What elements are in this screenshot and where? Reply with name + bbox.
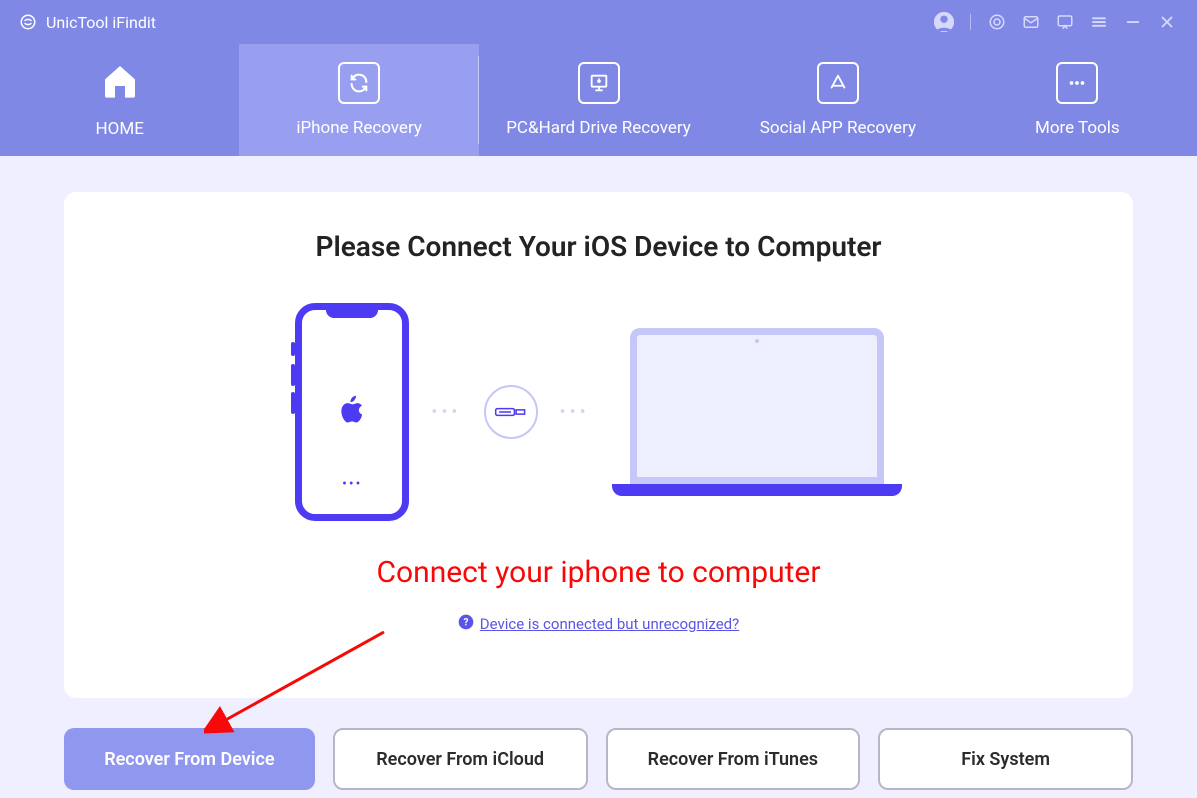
titlebar: UnicTool iFindit <box>0 0 1197 44</box>
help-icon: ? <box>458 614 474 634</box>
app-title: UnicTool iFindit <box>46 13 156 32</box>
bottom-button-row: Recover From Device Recover From iCloud … <box>0 698 1197 790</box>
main-area: Please Connect Your iOS Device to Comput… <box>0 156 1197 698</box>
recover-from-device-button[interactable]: Recover From Device <box>64 728 315 790</box>
user-icon[interactable] <box>932 10 956 34</box>
annotation-text: Connect your iphone to computer <box>376 555 820 590</box>
main-nav: HOME iPhone Recovery PC&Hard Drive Recov… <box>0 44 1197 156</box>
feedback-icon[interactable] <box>1053 10 1077 34</box>
menu-icon[interactable] <box>1087 10 1111 34</box>
svg-text:?: ? <box>463 617 468 628</box>
content-card: Please Connect Your iOS Device to Comput… <box>64 192 1133 698</box>
window-controls <box>932 10 1179 34</box>
nav-pc-label: PC&Hard Drive Recovery <box>506 118 691 138</box>
nav-more-tools[interactable]: More Tools <box>958 44 1197 156</box>
header: UnicTool iFindit <box>0 0 1197 156</box>
help-link[interactable]: Device is connected but unrecognized? <box>480 615 739 633</box>
app-store-icon <box>817 62 859 104</box>
close-icon[interactable] <box>1155 10 1179 34</box>
app-logo-icon <box>18 12 38 32</box>
fix-system-button[interactable]: Fix System <box>878 728 1133 790</box>
minimize-icon[interactable] <box>1121 10 1145 34</box>
help-row: ? Device is connected but unrecognized? <box>458 614 739 634</box>
laptop-illustration <box>612 328 902 496</box>
recover-from-itunes-button[interactable]: Recover From iTunes <box>606 728 861 790</box>
monitor-icon <box>578 62 620 104</box>
nav-pc-recovery[interactable]: PC&Hard Drive Recovery <box>479 44 718 156</box>
divider <box>970 14 971 30</box>
nav-more-label: More Tools <box>1035 118 1120 138</box>
iphone-illustration: ••• <box>295 303 409 521</box>
apple-logo-icon <box>337 392 367 432</box>
card-title: Please Connect Your iOS Device to Comput… <box>315 230 881 263</box>
recover-from-icloud-button[interactable]: Recover From iCloud <box>333 728 588 790</box>
nav-home[interactable]: HOME <box>0 44 239 156</box>
nav-home-label: HOME <box>96 119 144 139</box>
home-icon <box>98 61 142 105</box>
usb-connector-icon <box>484 385 538 439</box>
connector-dots-left: ••• <box>431 402 461 423</box>
nav-iphone-label: iPhone Recovery <box>296 118 422 138</box>
refresh-icon <box>338 62 380 104</box>
mail-icon[interactable] <box>1019 10 1043 34</box>
more-icon <box>1056 62 1098 104</box>
app-logo-wrap: UnicTool iFindit <box>18 12 156 32</box>
phone-loading-dots: ••• <box>342 476 362 492</box>
nav-iphone-recovery[interactable]: iPhone Recovery <box>239 44 478 156</box>
nav-social-label: Social APP Recovery <box>760 118 916 138</box>
nav-social-recovery[interactable]: Social APP Recovery <box>718 44 957 156</box>
connector-dots-right: ••• <box>560 402 590 423</box>
connection-diagram: ••• ••• ••• <box>295 303 901 521</box>
settings-icon[interactable] <box>985 10 1009 34</box>
